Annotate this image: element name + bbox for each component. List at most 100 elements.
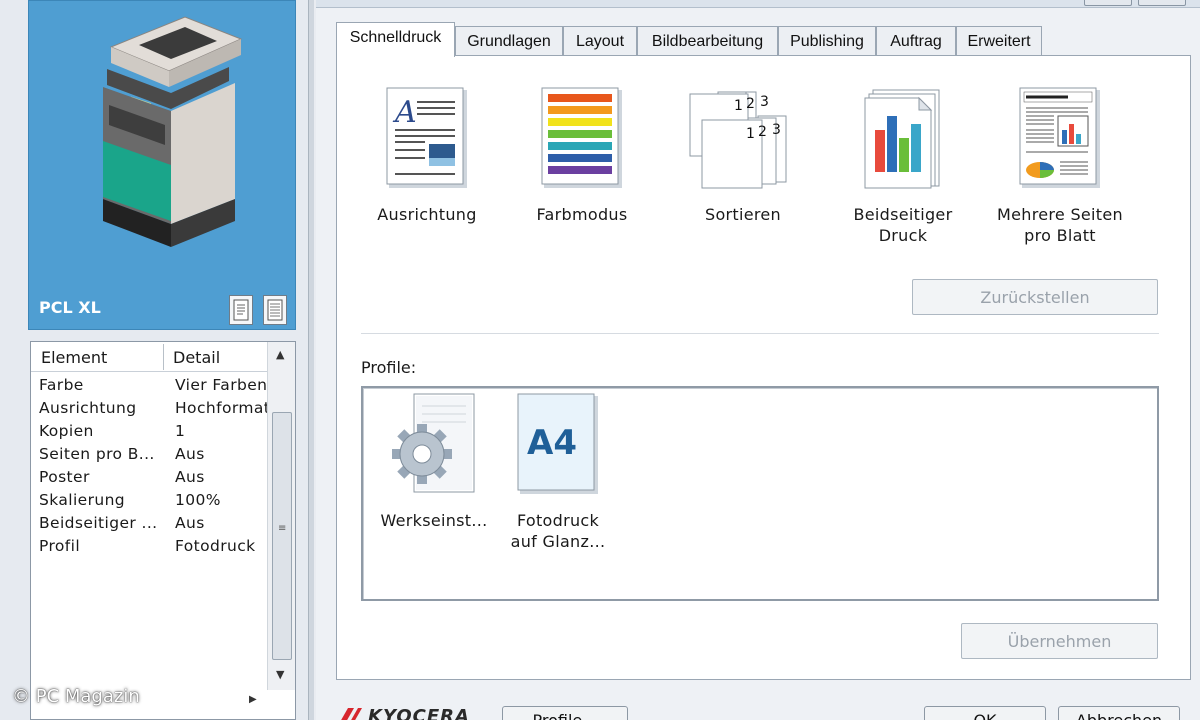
window-title-strip (316, 0, 1200, 8)
detail-cell: Hochformat (175, 399, 267, 417)
scroll-right-arrow-icon[interactable]: ▶ (249, 694, 257, 705)
element-cell: Farbe (39, 376, 84, 394)
duplex-icon (864, 89, 940, 189)
collate-number: 2 (758, 124, 767, 140)
color-mode-label: Farbmodus (536, 205, 628, 224)
detail-cell: 1 (175, 422, 186, 440)
newspaper-layout-icon (1019, 87, 1100, 188)
orientation-label: Ausrichtung (377, 205, 477, 224)
detail-cell: Vier Farben (175, 376, 267, 394)
tab-bildbearbeitung[interactable]: Bildbearbeitung (637, 26, 778, 56)
collate-number: 3 (772, 122, 781, 138)
detail-cell: Aus (175, 514, 205, 532)
element-cell: Seiten pro B... (39, 445, 155, 463)
tab-grundlagen[interactable]: Grundlagen (455, 26, 563, 56)
settings-summary-list[interactable]: Element Detail Farbe Vier Farben Ausricht… (30, 341, 296, 720)
list-item[interactable]: Beidseitiger ... Aus (31, 513, 267, 536)
profile-name-label: Fotodruck (516, 511, 600, 530)
kyocera-logo-icon (341, 708, 362, 720)
collate-number: 1 (734, 98, 743, 114)
vertical-scrollbar[interactable]: ▲ ≡ ▼ (267, 342, 295, 690)
profile-button[interactable]: Profile... (502, 706, 628, 720)
tab-erweitert[interactable]: Erweitert (956, 26, 1042, 56)
orientation-option[interactable]: A Ausrichtung (357, 86, 497, 225)
brand-name: KYOCERA (368, 706, 470, 720)
element-cell: Kopien (39, 422, 94, 440)
list-rows: Farbe Vier Farben Ausrichtung Hochformat K… (31, 375, 267, 559)
scroll-down-arrow-icon[interactable]: ▼ (276, 668, 284, 681)
collate-number: 3 (760, 94, 769, 110)
detail-cell: Fotodruck (175, 537, 256, 555)
element-cell: Profil (39, 537, 81, 555)
document-preview-icon (233, 299, 249, 321)
collate-number: 2 (746, 96, 755, 112)
element-cell: Skalierung (39, 491, 126, 509)
duplex-label-line2: Druck (878, 226, 928, 245)
list-icon (267, 299, 283, 321)
list-item[interactable]: Kopien 1 (31, 421, 267, 444)
duplex-option[interactable]: Beidseitiger Druck (833, 86, 973, 246)
close-button[interactable] (1138, 0, 1186, 6)
column-divider[interactable] (163, 344, 164, 370)
list-item[interactable]: Seiten pro B... Aus (31, 444, 267, 467)
list-item[interactable]: Poster Aus (31, 467, 267, 490)
tab-layout[interactable]: Layout (563, 26, 637, 56)
collate-number: 1 (746, 126, 755, 142)
panel-splitter (308, 0, 314, 720)
profile-name-label-line2: auf Glanz... (510, 532, 606, 551)
profiles-list[interactable]: Werkseinst... A4 Fotodruck auf Glanz... (361, 386, 1159, 601)
grip-icon: ≡ (278, 523, 287, 534)
profile-item-default[interactable]: Werkseinst... (369, 392, 499, 531)
scrollbar-thumb[interactable]: ≡ (272, 412, 292, 660)
list-item[interactable]: Ausrichtung Hochformat (31, 398, 267, 421)
apply-button[interactable]: Übernehmen (961, 623, 1158, 659)
element-cell: Beidseitiger ... (39, 514, 158, 532)
scroll-up-arrow-icon[interactable]: ▲ (276, 348, 284, 361)
printer-preview: PCL XL (28, 0, 296, 330)
separator (361, 333, 1159, 335)
duplex-label-line1: Beidseitiger (853, 205, 953, 224)
detail-cell: 100% (175, 491, 221, 509)
tab-auftrag[interactable]: Auftrag (876, 26, 956, 56)
element-cell: Poster (39, 468, 90, 486)
collate-icon: 1 2 3 1 2 3 (689, 91, 787, 189)
element-cell: Ausrichtung (39, 399, 137, 417)
watermark: © PC Magazin (12, 686, 140, 707)
color-bars-icon (541, 87, 622, 188)
column-header-detail[interactable]: Detail (173, 348, 220, 367)
gear-document-icon (392, 393, 475, 493)
profiles-label: Profile: (361, 358, 417, 377)
collate-option[interactable]: 1 2 3 1 2 3 Sortieren (673, 86, 813, 225)
a4-document-icon: A4 (517, 393, 598, 494)
profile-name-label: Werkseinst... (380, 511, 488, 530)
detail-cell: Aus (175, 445, 205, 463)
printer-icon (103, 16, 243, 247)
color-mode-option[interactable]: Farbmodus (512, 86, 652, 225)
help-button[interactable] (1084, 0, 1132, 6)
a4-text: A4 (527, 423, 577, 463)
tab-publishing[interactable]: Publishing (778, 26, 876, 56)
detail-cell: Aus (175, 468, 205, 486)
printer-language-label: PCL XL (39, 298, 101, 317)
profile-item-photo[interactable]: A4 Fotodruck auf Glanz... (493, 392, 623, 552)
list-item[interactable]: Farbe Vier Farben (31, 375, 267, 398)
orientation-icon: A (386, 87, 467, 188)
collate-label: Sortieren (705, 205, 781, 224)
list-item[interactable]: Profil Fotodruck (31, 536, 267, 559)
tab-content-schnelldruck: A Ausrichtung Farbmodus 1 2 3 1 2 3 Sort… (336, 55, 1191, 680)
pages-per-sheet-label-line1: Mehrere Seiten (997, 205, 1123, 224)
cancel-button[interactable]: Abbrechen (1058, 706, 1180, 720)
list-item[interactable]: Skalierung 100% (31, 490, 267, 513)
dialog-footer: KYOCERA Profile... OK Abbrechen (316, 690, 1200, 720)
tab-schnelldruck[interactable]: Schnelldruck (336, 22, 455, 57)
pages-per-sheet-option[interactable]: Mehrere Seiten pro Blatt (990, 86, 1130, 246)
print-settings-panel: Schnelldruck Grundlagen Layout Bildbearb… (316, 0, 1200, 720)
text-view-button[interactable] (263, 295, 287, 325)
pages-per-sheet-label-line2: pro Blatt (1024, 226, 1096, 245)
svg-text:A: A (392, 95, 417, 130)
column-header-element[interactable]: Element (41, 348, 107, 367)
reset-button[interactable]: Zurückstellen (912, 279, 1158, 315)
ok-button[interactable]: OK (924, 706, 1046, 720)
preview-mode-button[interactable] (229, 295, 253, 325)
left-sidebar: PCL XL Element Detail Farbe Vier Farben (0, 0, 312, 720)
